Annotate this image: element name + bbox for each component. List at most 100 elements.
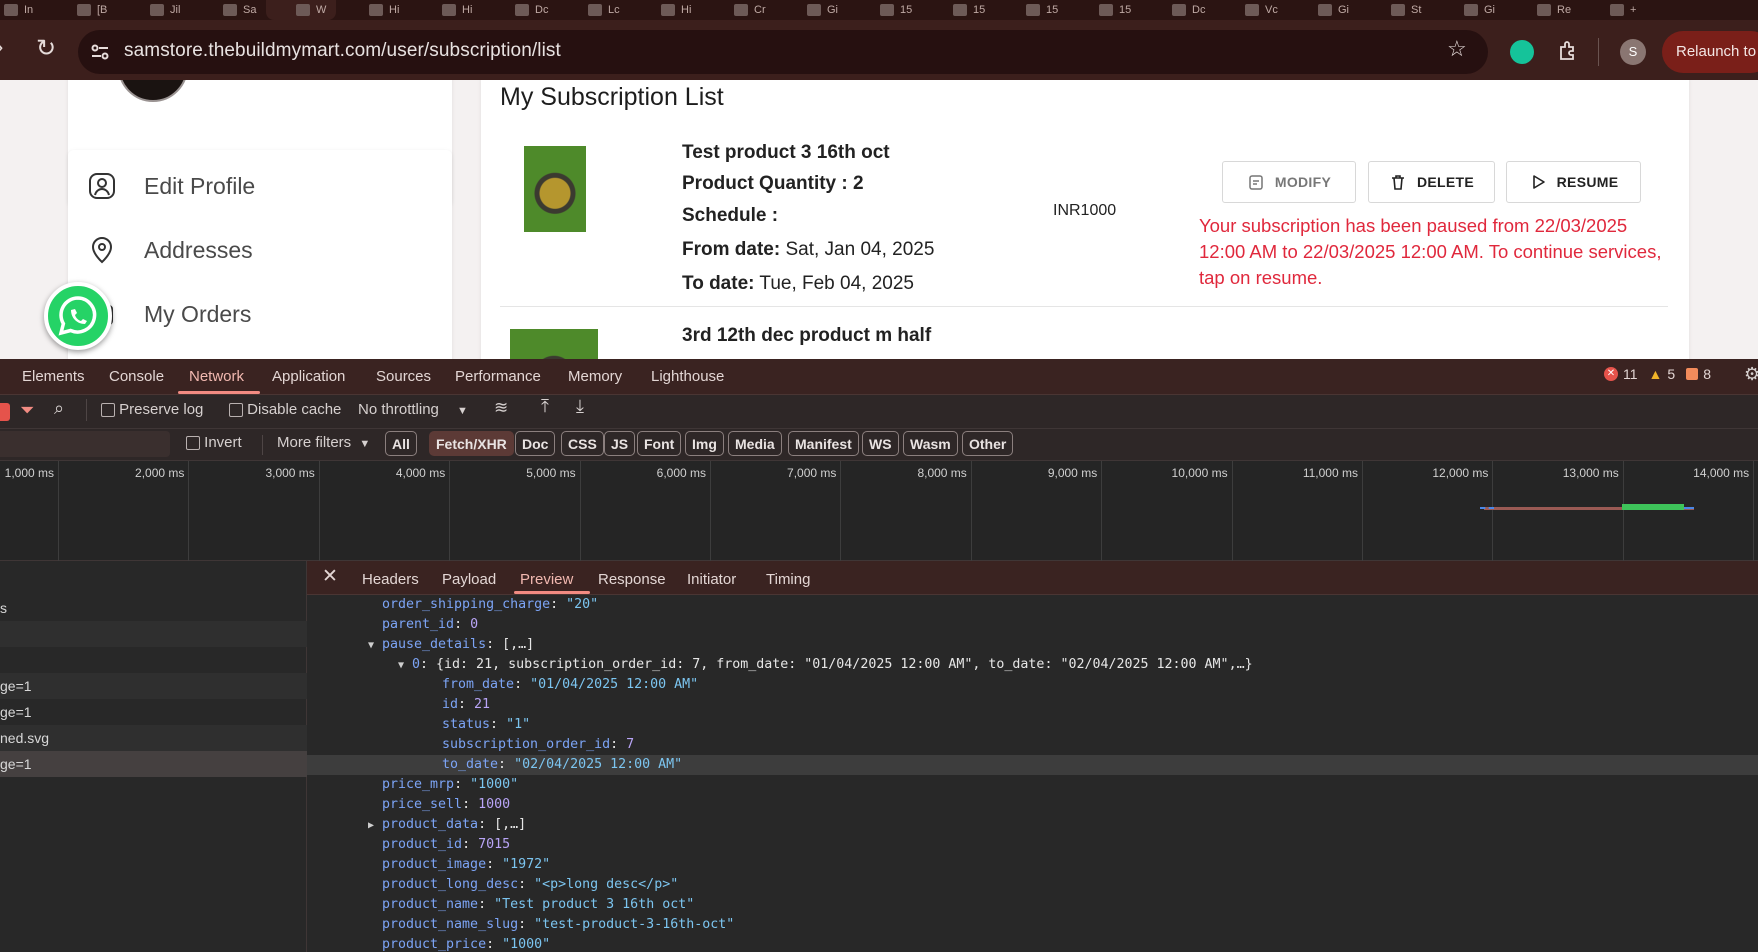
browser-tab[interactable]: Hi [369, 0, 399, 20]
browser-tab[interactable]: [B [77, 0, 107, 20]
browser-tab[interactable]: Gi [1464, 0, 1495, 20]
close-icon[interactable]: ✕ [322, 565, 338, 588]
expand-open-icon[interactable]: ▼ [398, 656, 412, 676]
filter-icon[interactable]: ⏷ [20, 400, 34, 421]
browser-tab[interactable]: Gi [1318, 0, 1349, 20]
request-row-selected[interactable]: ge=1 [0, 751, 307, 777]
sidebar-item-addresses[interactable]: Addresses [88, 236, 253, 264]
browser-tab[interactable]: Cr [734, 0, 766, 20]
site-settings-icon[interactable] [90, 42, 110, 62]
relaunch-button[interactable]: Relaunch to [1662, 31, 1758, 73]
modify-button[interactable]: MODIFY [1222, 161, 1356, 203]
browser-tab[interactable]: Sa [223, 0, 256, 20]
error-count-value: 11 [1623, 366, 1638, 382]
tab-console[interactable]: Console [109, 368, 164, 385]
expand-open-icon[interactable]: ▼ [368, 636, 382, 656]
search-icon[interactable]: ⌕ [54, 398, 64, 419]
tab-response[interactable]: Response [598, 571, 666, 588]
request-row[interactable]: s [0, 595, 307, 621]
json-property[interactable]: ▶ product_data: [,…] [368, 815, 526, 835]
tab-sources[interactable]: Sources [376, 368, 431, 385]
tab-elements[interactable]: Elements [22, 368, 85, 385]
resume-button[interactable]: RESUME [1506, 161, 1641, 203]
browser-tab[interactable]: Jil [150, 0, 180, 20]
extensions-icon[interactable] [1557, 40, 1579, 62]
checkbox[interactable] [229, 403, 243, 418]
browser-tab[interactable]: Vc [1245, 0, 1278, 20]
expand-closed-icon[interactable]: ▶ [368, 816, 382, 836]
tab-payload[interactable]: Payload [442, 571, 496, 588]
tab-lighthouse[interactable]: Lighthouse [651, 368, 724, 385]
browser-tab[interactable]: 15 [880, 0, 912, 20]
json-value: "02/04/2025 12:00 AM" [514, 757, 683, 772]
bookmark-star-icon[interactable]: ☆ [1447, 36, 1467, 62]
json-property[interactable]: ▼ 0: {id: 21, subscription_order_id: 7, f… [398, 655, 1253, 675]
json-property[interactable]: ▼ pause_details: [,…] [368, 635, 534, 655]
browser-tab[interactable]: + [1610, 0, 1636, 20]
checkbox[interactable] [101, 403, 115, 418]
tab-performance[interactable]: Performance [455, 368, 541, 385]
browser-tab[interactable]: Hi [661, 0, 691, 20]
filter-chip-media[interactable]: Media [728, 431, 782, 456]
request-row[interactable]: ge=1 [0, 699, 307, 725]
browser-tab[interactable]: 15 [1099, 0, 1131, 20]
browser-tab[interactable]: W [296, 0, 326, 20]
tab-headers[interactable]: Headers [362, 571, 419, 588]
browser-tab[interactable]: Gi [807, 0, 838, 20]
json-property: price_mrp: "1000" [382, 775, 518, 795]
tab-preview[interactable]: Preview [520, 571, 573, 588]
profile-avatar[interactable]: S [1620, 39, 1646, 65]
tab-initiator[interactable]: Initiator [687, 571, 736, 588]
whatsapp-chat-button[interactable] [44, 282, 112, 350]
browser-tab[interactable]: Re [1537, 0, 1571, 20]
url-text[interactable]: samstore.thebuildmymart.com/user/subscri… [124, 40, 561, 62]
tab-timing[interactable]: Timing [766, 571, 810, 588]
filter-chip-other[interactable]: Other [962, 431, 1014, 456]
forward-icon[interactable]: › [0, 34, 3, 60]
sidebar-item-my-orders[interactable]: My Orders [88, 300, 251, 328]
tab-memory[interactable]: Memory [568, 368, 622, 385]
filter-chip-all[interactable]: All [385, 431, 417, 456]
request-row[interactable]: ge=1 [0, 673, 307, 699]
settings-gear-icon[interactable]: ⚙ [1744, 364, 1758, 385]
request-row[interactable] [0, 647, 307, 673]
error-count[interactable]: ✕ 11 ▲ 5 8 [1604, 366, 1711, 382]
delete-button[interactable]: DELETE [1368, 161, 1495, 203]
filter-chip-ws[interactable]: WS [862, 431, 899, 456]
filter-chip-doc[interactable]: Doc [515, 431, 556, 456]
tab-network[interactable]: Network [189, 368, 244, 385]
filter-chip-font[interactable]: Font [637, 431, 682, 456]
checkbox[interactable] [186, 436, 200, 451]
upload-icon[interactable]: ⤒ [541, 396, 549, 417]
disable-cache-checkbox[interactable]: Disable cache [229, 401, 341, 418]
browser-tab[interactable]: 15 [953, 0, 985, 20]
request-row[interactable] [0, 621, 307, 647]
filter-chip-manifest[interactable]: Manifest [788, 431, 859, 456]
throttling-select[interactable]: No throttling ▼ [358, 401, 468, 418]
filter-chip-img[interactable]: Img [685, 431, 724, 456]
filter-chip-js[interactable]: JS [604, 431, 636, 456]
tab-application[interactable]: Application [272, 368, 345, 385]
browser-tab[interactable]: In [4, 0, 33, 20]
sidebar-item-edit-profile[interactable]: Edit Profile [88, 172, 255, 200]
grammarly-icon[interactable] [1510, 40, 1534, 64]
invert-checkbox[interactable]: Invert [186, 434, 242, 451]
browser-tab[interactable]: Dc [515, 0, 548, 20]
request-row[interactable]: ned.svg [0, 725, 307, 751]
preserve-log-checkbox[interactable]: Preserve log [101, 401, 203, 418]
filter-input[interactable] [0, 431, 170, 457]
play-icon [1532, 175, 1545, 189]
browser-tab[interactable]: Dc [1172, 0, 1205, 20]
filter-chip-wasm[interactable]: Wasm [903, 431, 958, 456]
download-icon[interactable]: ⤓ [576, 396, 584, 417]
record-icon[interactable] [0, 403, 10, 421]
browser-tab[interactable]: 15 [1026, 0, 1058, 20]
browser-tab[interactable]: Lc [588, 0, 620, 20]
browser-tab[interactable]: Hi [442, 0, 472, 20]
more-filters-dropdown[interactable]: More filters ▼ [277, 434, 370, 451]
filter-chip-fetch-xhr[interactable]: Fetch/XHR [429, 431, 514, 456]
network-conditions-icon[interactable]: ≋ [494, 398, 508, 418]
browser-tab[interactable]: St [1391, 0, 1421, 20]
filter-chip-css[interactable]: CSS [561, 431, 604, 456]
reload-icon[interactable]: ↻ [36, 34, 56, 63]
